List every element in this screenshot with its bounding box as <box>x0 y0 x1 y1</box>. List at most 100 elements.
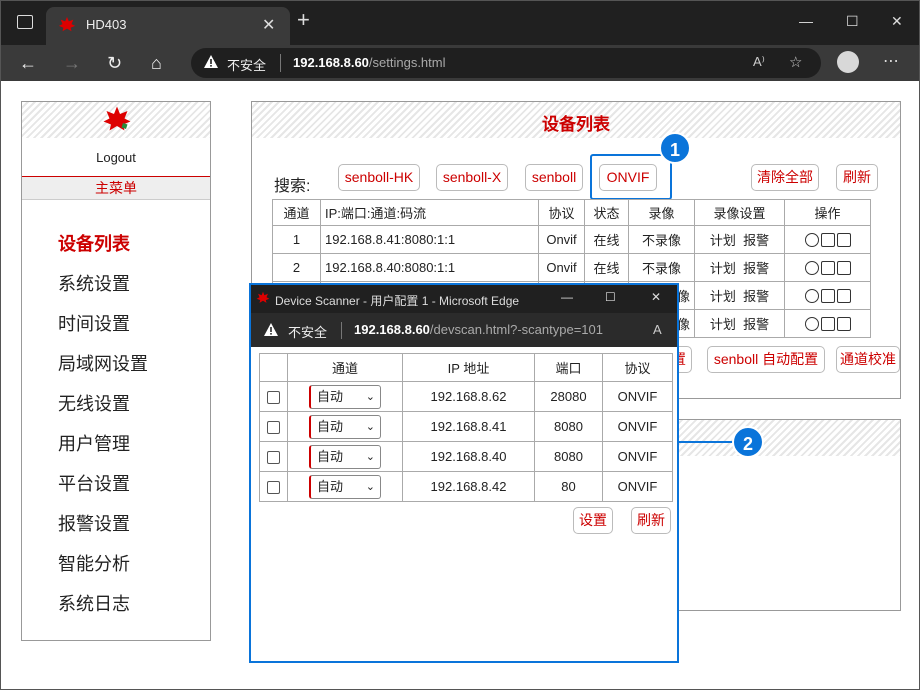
channel-select[interactable]: 自动 ⌄ <box>309 414 381 439</box>
forward-icon[interactable]: → <box>63 53 81 74</box>
cell-channel: 2 <box>272 253 321 282</box>
onvif-button[interactable]: ONVIF <box>599 164 657 191</box>
read-aloud-icon[interactable]: A⁾ <box>753 54 765 70</box>
callout-connector <box>679 441 735 443</box>
channel-calibrate-button[interactable]: 通道校准 <box>836 346 900 373</box>
gear-icon[interactable] <box>804 289 819 304</box>
edit-icon[interactable] <box>820 261 835 276</box>
address-bar: ← → ↻ ⌂ 不安全 192.168.8.60/settings.html A… <box>1 45 919 81</box>
close-tab-icon[interactable]: ✕ <box>262 15 275 35</box>
col-record-settings: 录像设置 <box>694 199 785 226</box>
panel-title: 设备列表 <box>542 115 610 134</box>
row-checkbox[interactable] <box>267 481 280 495</box>
edit-icon[interactable] <box>820 317 835 332</box>
channel-select[interactable]: 自动 ⌄ <box>309 444 381 469</box>
cell-record-settings: 计划 报警 <box>694 225 785 254</box>
sidebar-item-alarm-settings[interactable]: 报警设置 <box>58 510 148 550</box>
not-secure-label: 不安全 <box>288 325 328 340</box>
url-path: /devscan.html?-scantype=101 <box>429 322 603 337</box>
url-field[interactable]: 不安全 192.168.8.60/settings.html A⁾ ☆ <box>191 48 821 78</box>
reload-icon[interactable]: ↻ <box>107 53 122 74</box>
favorite-icon[interactable]: ☆ <box>789 53 802 71</box>
senboll-hk-button[interactable]: senboll-HK <box>338 164 420 191</box>
edit-icon[interactable] <box>820 233 835 248</box>
sidebar-item-lan-settings[interactable]: 局域网设置 <box>58 350 148 390</box>
plan-link[interactable]: 计划 <box>710 233 736 248</box>
alarm-link[interactable]: 报警 <box>743 233 769 248</box>
sidebar-item-platform-settings[interactable]: 平台设置 <box>58 470 148 510</box>
gear-icon[interactable] <box>804 317 819 332</box>
channel-select[interactable]: 自动 ⌄ <box>309 384 381 409</box>
trash-icon[interactable] <box>836 289 851 304</box>
senboll-button[interactable]: senboll <box>525 164 583 191</box>
popup-maximize-icon[interactable]: ☐ <box>605 290 616 304</box>
close-window-icon[interactable]: ✕ <box>891 13 903 30</box>
plan-link[interactable]: 计划 <box>710 289 736 304</box>
channel-select[interactable]: 自动 ⌄ <box>309 474 381 499</box>
sidebar-logo-area <box>22 102 210 138</box>
col-channel: 通道 <box>272 199 321 226</box>
sidebar-item-user-management[interactable]: 用户管理 <box>58 430 148 470</box>
minimize-icon[interactable]: — <box>799 13 813 29</box>
row-checkbox[interactable] <box>267 391 280 405</box>
device-scanner-window: Device Scanner - 用户配置 1 - Microsoft Edge… <box>249 283 679 663</box>
cell-channel: 自动 ⌄ <box>287 411 403 442</box>
logout-link[interactable]: Logout <box>22 150 210 165</box>
popup-title-bar: Device Scanner - 用户配置 1 - Microsoft Edge… <box>251 285 677 313</box>
read-aloud-icon[interactable]: A <box>653 322 662 337</box>
trash-icon[interactable] <box>836 261 851 276</box>
back-icon[interactable]: ← <box>19 53 37 74</box>
popup-refresh-button[interactable]: 刷新 <box>631 507 671 534</box>
popup-title: Device Scanner - 用户配置 1 - Microsoft Edge <box>275 294 520 308</box>
table-row[interactable]: 2 192.168.8.40:8080:1:1 Onvif 在线 不录像 计划 … <box>272 253 871 282</box>
refresh-button[interactable]: 刷新 <box>836 164 878 191</box>
alarm-link[interactable]: 报警 <box>743 317 769 332</box>
sidebar-item-system-log[interactable]: 系统日志 <box>58 590 148 630</box>
trash-icon[interactable] <box>836 317 851 332</box>
trash-icon[interactable] <box>836 233 851 248</box>
col-protocol: 协议 <box>538 199 585 226</box>
search-label: 搜索: <box>274 178 311 195</box>
cell-protocol: Onvif <box>538 253 585 282</box>
row-checkbox[interactable] <box>267 451 280 465</box>
cell-ip: 192.168.8.41 <box>402 411 535 442</box>
cell-channel: 自动 ⌄ <box>287 441 403 472</box>
sidebar-item-wireless-settings[interactable]: 无线设置 <box>58 390 148 430</box>
sidebar-item-system-settings[interactable]: 系统设置 <box>58 270 148 310</box>
tab-actions-icon[interactable] <box>17 15 33 29</box>
cell-record-settings: 计划 报警 <box>694 253 785 282</box>
clear-all-button[interactable]: 清除全部 <box>751 164 819 191</box>
sidebar-item-time-settings[interactable]: 时间设置 <box>58 310 148 350</box>
panel-header: 设备列表 <box>252 102 900 138</box>
new-tab-button[interactable]: + <box>297 9 310 31</box>
alarm-link[interactable]: 报警 <box>743 261 769 276</box>
alarm-link[interactable]: 报警 <box>743 289 769 304</box>
plan-link[interactable]: 计划 <box>710 261 736 276</box>
popup-minimize-icon[interactable]: — <box>561 290 573 304</box>
cell-protocol: Onvif <box>538 225 585 254</box>
main-menu-header: 主菜单 <box>22 176 210 200</box>
gear-icon[interactable] <box>804 233 819 248</box>
tab-title: HD403 <box>86 17 127 32</box>
profile-avatar[interactable] <box>837 51 859 73</box>
more-menu-icon[interactable]: ⋯ <box>883 51 899 71</box>
popup-close-icon[interactable]: ✕ <box>651 290 661 304</box>
browser-tab[interactable]: HD403 ✕ <box>46 7 290 45</box>
table-row[interactable]: 1 192.168.8.41:8080:1:1 Onvif 在线 不录像 计划 … <box>272 225 871 254</box>
popup-url[interactable]: 192.168.8.60/devscan.html?-scantype=101 <box>354 322 603 337</box>
cell-record-settings: 计划 报警 <box>694 281 785 310</box>
plan-link[interactable]: 计划 <box>710 317 736 332</box>
senboll-x-button[interactable]: senboll-X <box>436 164 508 191</box>
table-row: 自动 ⌄ 192.168.8.41 8080 ONVIF <box>259 411 673 442</box>
set-button[interactable]: 设置 <box>573 507 613 534</box>
cell-channel: 1 <box>272 225 321 254</box>
sidebar-item-smart-analysis[interactable]: 智能分析 <box>58 550 148 590</box>
row-checkbox[interactable] <box>267 421 280 435</box>
cell-address: 192.168.8.41:8080:1:1 <box>320 225 539 254</box>
home-icon[interactable]: ⌂ <box>151 53 162 74</box>
edit-icon[interactable] <box>820 289 835 304</box>
maximize-icon[interactable]: ☐ <box>846 13 859 30</box>
gear-icon[interactable] <box>804 261 819 276</box>
senboll-auto-config-button[interactable]: senboll 自动配置 <box>707 346 825 373</box>
sidebar-item-device-list[interactable]: 设备列表 <box>58 230 148 270</box>
